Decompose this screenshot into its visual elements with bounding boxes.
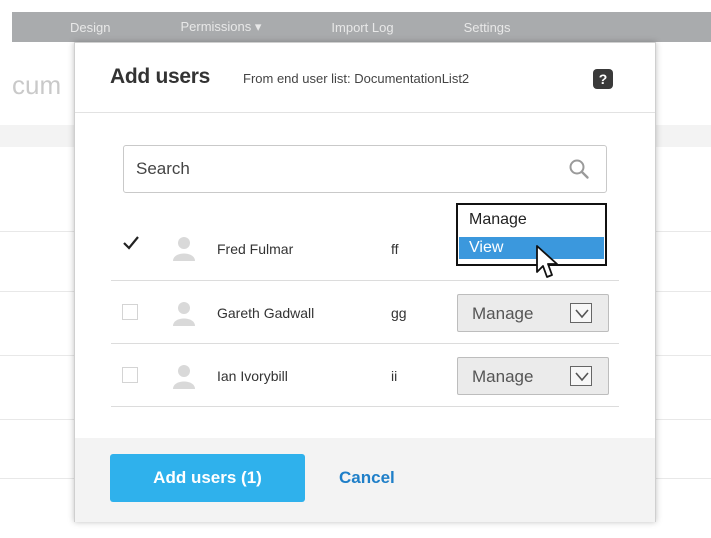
add-users-button[interactable]: Add users (1) (110, 454, 305, 502)
modal-header: Add users From end user list: Documentat… (75, 43, 655, 113)
user-checkbox[interactable] (122, 304, 138, 320)
nav-item-settings[interactable]: Settings (464, 20, 541, 35)
user-initials: ii (391, 368, 398, 384)
search-box (123, 145, 607, 193)
dropdown-option-view[interactable]: View (459, 237, 604, 259)
user-name: Ian Ivorybill (217, 368, 288, 384)
top-nav: Design Permissions ▾ Import Log Settings (12, 12, 711, 42)
dropdown-option-manage[interactable]: Manage (459, 209, 604, 231)
nav-item-permissions[interactable]: Permissions ▾ (180, 19, 291, 35)
search-input[interactable] (124, 146, 554, 192)
user-checkbox[interactable] (122, 236, 139, 252)
chevron-down-icon (570, 303, 592, 323)
role-select[interactable]: Manage (457, 294, 609, 332)
modal-footer: Add users (1) Cancel (75, 438, 655, 522)
avatar-icon (173, 365, 195, 389)
user-row: Gareth Gadwall gg Manage (111, 281, 619, 344)
help-icon[interactable]: ? (593, 69, 613, 89)
role-select-value: Manage (472, 304, 534, 323)
user-initials: gg (391, 305, 407, 321)
chevron-down-icon (570, 366, 592, 386)
cursor-icon (536, 245, 558, 278)
avatar-icon (173, 302, 195, 326)
add-users-modal: Add users From end user list: Documentat… (74, 42, 656, 522)
user-row: Ian Ivorybill ii Manage (111, 344, 619, 407)
nav-item-design[interactable]: Design (70, 20, 140, 35)
background-page-title: cum (12, 70, 62, 100)
cancel-link[interactable]: Cancel (339, 468, 395, 488)
nav-item-import-log[interactable]: Import Log (331, 20, 423, 35)
user-name: Gareth Gadwall (217, 305, 315, 321)
user-initials: ff (391, 241, 399, 257)
user-checkbox[interactable] (122, 367, 138, 383)
role-select-value: Manage (472, 367, 534, 386)
modal-subtitle: From end user list: DocumentationList2 (243, 71, 470, 86)
role-dropdown-menu: Manage View (456, 203, 607, 266)
checkmark-icon (123, 236, 139, 250)
role-select[interactable]: Manage (457, 357, 609, 395)
search-icon[interactable] (568, 158, 590, 180)
avatar-icon (173, 237, 195, 261)
modal-title: Add users (110, 65, 210, 88)
user-name: Fred Fulmar (217, 241, 294, 257)
